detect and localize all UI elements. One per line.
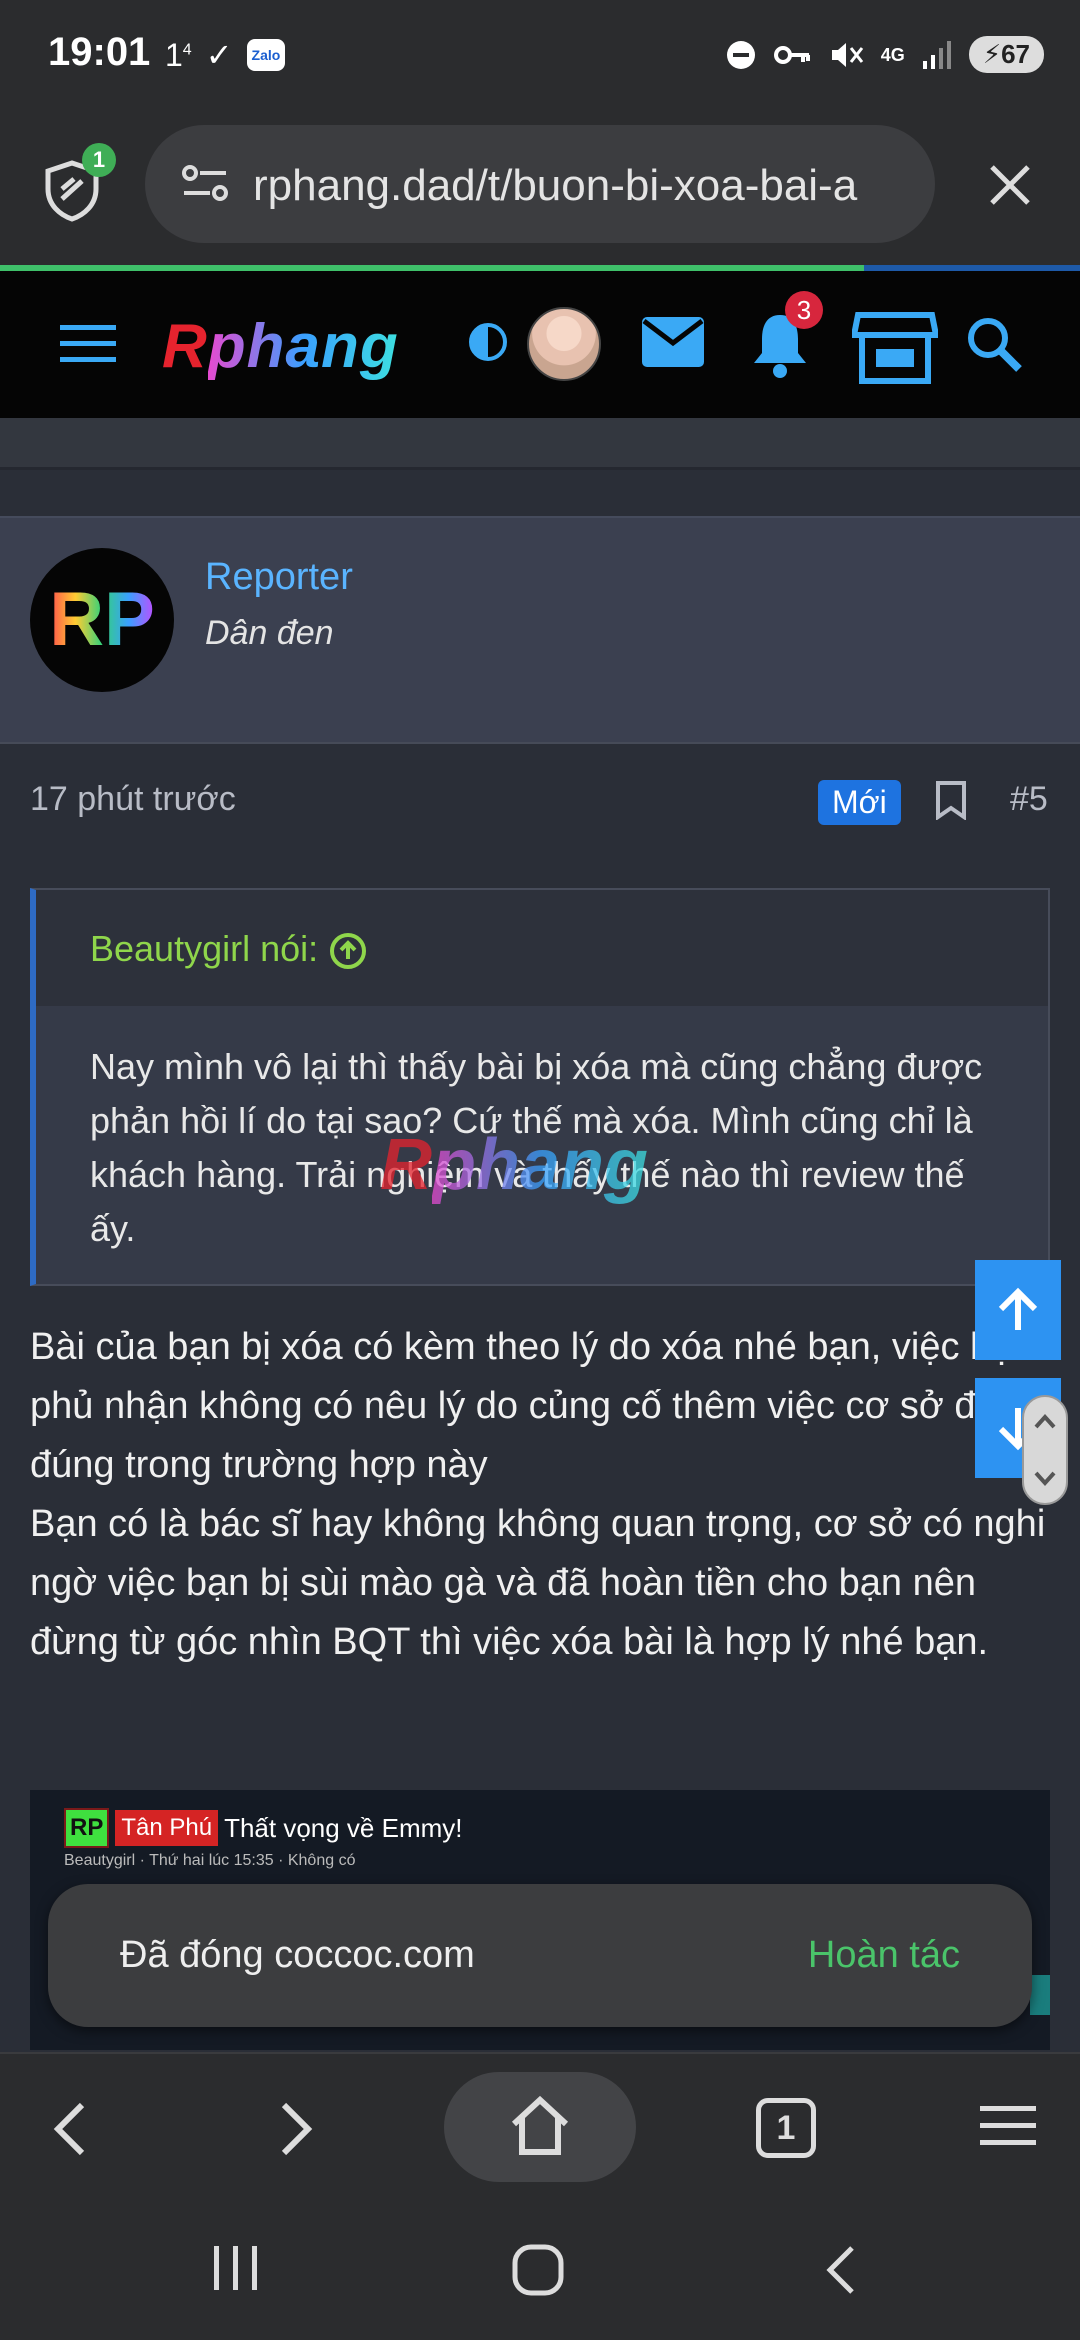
watermark-logo: Rphang: [380, 1124, 648, 1206]
arrow-up-circle-icon[interactable]: [328, 931, 368, 971]
arrow-up-icon: [998, 1287, 1038, 1330]
quote-header: Beautygirl nói:: [36, 890, 1048, 1006]
site-header: Rphang 3: [0, 271, 1080, 418]
snackbar: Đã đóng coccoc.com Hoàn tác: [48, 1884, 1032, 2027]
network-type: 4G: [880, 44, 905, 65]
battery-level: 67: [1001, 39, 1030, 69]
status-bar: 19:01 14 ✓ Zalo 4G ⚡67: [0, 0, 1080, 115]
shield-count-badge: 1: [82, 143, 116, 177]
undo-button[interactable]: Hoàn tác: [808, 1934, 960, 1977]
fast-scroll-handle[interactable]: [1022, 1395, 1068, 1505]
embed-decoration: [1030, 1975, 1050, 2015]
mail-icon[interactable]: [640, 315, 706, 369]
author-avatar-text: RP: [49, 577, 155, 662]
notification-count-sup: 4: [182, 40, 192, 58]
post-time[interactable]: 17 phút trước: [30, 780, 236, 819]
search-icon[interactable]: [965, 315, 1023, 373]
status-time: 19:01: [48, 30, 151, 74]
quote-author[interactable]: Beautygirl nói:: [90, 928, 368, 971]
notification-count: 1: [165, 36, 183, 73]
header-divider-strip: [0, 418, 1080, 470]
snackbar-message: Đã đóng coccoc.com: [120, 1934, 475, 1976]
scroll-top-button[interactable]: [975, 1260, 1061, 1360]
post-number[interactable]: #5: [1010, 780, 1048, 819]
back-icon[interactable]: [46, 2099, 96, 2159]
bookmark-icon[interactable]: [934, 780, 968, 820]
store-icon[interactable]: [852, 309, 938, 385]
url-text[interactable]: rphang.dad/t/buon-bi-xoa-bai-a: [253, 161, 913, 211]
key-icon: [773, 45, 810, 64]
embed-title-row: RP Tân Phú Thất vọng về Emmy!: [64, 1808, 463, 1848]
post-meta: 17 phút trước Mới #5: [0, 742, 1080, 858]
system-back-icon[interactable]: [820, 2242, 864, 2298]
notification-count-icon: 14: [165, 37, 192, 74]
signal-icon: [922, 40, 951, 69]
dnd-icon: [726, 40, 755, 69]
battery-indicator: ⚡67: [968, 36, 1044, 73]
tab-switcher-button[interactable]: 1: [756, 2098, 816, 2158]
post-paragraph-1: Bài của bạn bị xóa có kèm theo lý do xóa…: [30, 1326, 1058, 1486]
post-paragraph-2: Bạn có là bác sĩ hay không không quan tr…: [30, 1503, 1046, 1663]
embed-title: Thất vọng về Emmy!: [224, 1812, 463, 1843]
author-name[interactable]: Reporter: [205, 556, 353, 599]
theme-toggle-icon[interactable]: [467, 321, 509, 363]
menu-icon[interactable]: [980, 2104, 1036, 2148]
quote-author-label: Beautygirl nói:: [90, 928, 319, 969]
status-right-icons: 4G ⚡67: [725, 36, 1044, 73]
browser-bottom-bar: 1: [0, 2052, 1080, 2198]
logo-letter: R: [162, 312, 208, 381]
recent-apps-icon[interactable]: [210, 2242, 262, 2294]
mute-icon: [831, 42, 863, 67]
embed-tag-rp: RP: [64, 1808, 110, 1848]
status-left-icons: 14 ✓ Zalo: [165, 36, 286, 74]
close-icon[interactable]: [980, 155, 1040, 215]
system-navigation-bar: [0, 2198, 1080, 2340]
url-field[interactable]: rphang.dad/t/buon-bi-xoa-bai-a: [145, 125, 935, 243]
browser-url-bar: 1 rphang.dad/t/buon-bi-xoa-bai-a: [0, 115, 1080, 265]
chevron-up-down-icon: [1034, 1414, 1056, 1486]
watermark-word: phang: [432, 1125, 648, 1205]
forward-icon[interactable]: [270, 2099, 320, 2159]
check-icon: ✓: [205, 37, 233, 73]
screen: 19:01 14 ✓ Zalo 4G ⚡67 1 rphang.dad/t/bu…: [0, 0, 1080, 2340]
site-logo[interactable]: Rphang: [162, 311, 399, 382]
home-icon: [511, 2095, 569, 2155]
post-author-block: RP Reporter Dân đen: [0, 516, 1080, 742]
menu-icon[interactable]: [60, 323, 116, 363]
site-settings-icon[interactable]: [180, 163, 230, 203]
logo-word: phang: [207, 312, 399, 381]
embed-meta: Beautygirl · Thứ hai lúc 15:35 · Không c…: [64, 1852, 356, 1869]
home-button[interactable]: [444, 2072, 636, 2182]
new-badge: Mới: [818, 780, 901, 825]
watermark-letter: R: [380, 1125, 432, 1205]
author-avatar[interactable]: RP: [30, 548, 174, 692]
zalo-icon: Zalo: [246, 39, 286, 71]
quote-block: Beautygirl nói: Nay mình vô lại thì thấy…: [30, 888, 1050, 1286]
system-home-icon[interactable]: [510, 2242, 566, 2298]
post-body: Bài của bạn bị xóa có kèm theo lý do xóa…: [30, 1318, 1060, 1672]
user-avatar[interactable]: [527, 307, 601, 381]
embed-tag-prefix: Tân Phú: [115, 1810, 219, 1846]
notification-badge: 3: [785, 291, 823, 329]
author-title: Dân đen: [205, 614, 334, 652]
